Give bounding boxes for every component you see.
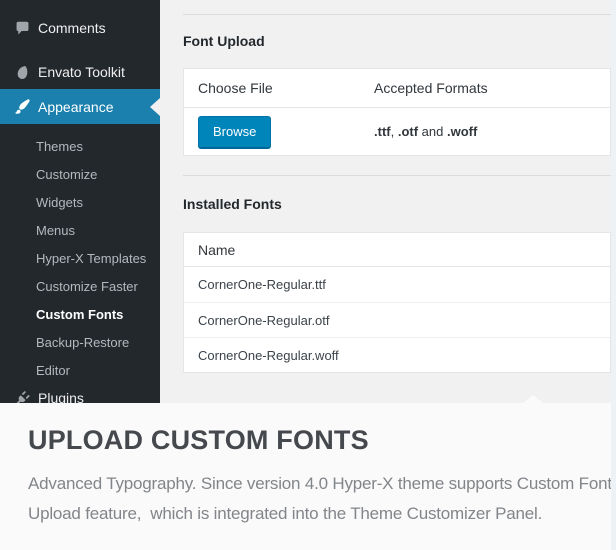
submenu-item-widgets[interactable]: Widgets [0, 189, 160, 217]
comments-icon [13, 19, 31, 37]
promo-title: UPLOAD CUSTOM FONTS [28, 425, 369, 456]
promo-panel: UPLOAD CUSTOM FONTS Advanced Typography.… [0, 403, 616, 550]
section-divider [183, 175, 611, 176]
submenu-item-backup-restore[interactable]: Backup-Restore [0, 329, 160, 357]
submenu-item-customize-faster[interactable]: Customize Faster [0, 273, 160, 301]
appearance-icon [13, 98, 31, 116]
format-otf: .otf [398, 124, 418, 139]
submenu-item-themes[interactable]: Themes [0, 133, 160, 161]
font-upload-heading: Font Upload [183, 33, 265, 49]
promo-description: Advanced Typography. Since version 4.0 H… [28, 469, 613, 529]
table-header-row: Name [184, 233, 610, 267]
submenu-item-hyper-x-templates[interactable]: Hyper-X Templates [0, 245, 160, 273]
scrollbar-track[interactable] [611, 0, 616, 550]
admin-sidebar: Comments Envato Toolkit Appearance Theme… [0, 0, 160, 403]
column-name: Name [184, 242, 374, 258]
font-file-name: CornerOne-Regular.woff [184, 348, 374, 363]
format-ttf: .ttf [374, 124, 391, 139]
table-header-row: Choose File Accepted Formats [184, 69, 610, 108]
sidebar-item-envato-toolkit[interactable]: Envato Toolkit [0, 55, 160, 89]
sidebar-item-label: Envato Toolkit [38, 64, 125, 80]
content-area: Font Upload Choose File Accepted Formats… [160, 0, 616, 403]
appearance-submenu: Themes Customize Widgets Menus Hyper-X T… [0, 124, 160, 397]
top-divider [183, 14, 611, 15]
sidebar-item-comments[interactable]: Comments [0, 11, 160, 45]
sidebar-item-appearance[interactable]: Appearance [0, 89, 160, 124]
table-row: Browse .ttf, .otf and .woff [184, 108, 610, 155]
font-upload-table: Choose File Accepted Formats Browse .ttf… [183, 68, 611, 156]
accepted-formats-value: .ttf, .otf and .woff [374, 124, 610, 139]
promo-notch-icon [523, 395, 543, 403]
submenu-item-customize[interactable]: Customize [0, 161, 160, 189]
font-file-name: CornerOne-Regular.ttf [184, 277, 374, 292]
installed-fonts-heading: Installed Fonts [183, 196, 282, 212]
browse-button[interactable]: Browse [198, 116, 271, 148]
format-separator: , [391, 124, 398, 139]
format-separator: and [418, 124, 447, 139]
envato-icon [13, 63, 31, 81]
submenu-item-menus[interactable]: Menus [0, 217, 160, 245]
table-row: CornerOne-Regular.otf [184, 302, 610, 337]
installed-fonts-table: Name CornerOne-Regular.ttf CornerOne-Reg… [183, 232, 611, 373]
sidebar-item-label: Appearance [38, 99, 114, 115]
table-row: CornerOne-Regular.ttf [184, 267, 610, 302]
sidebar-item-label: Comments [38, 20, 106, 36]
column-accepted-formats: Accepted Formats [374, 80, 610, 96]
column-choose-file: Choose File [184, 80, 374, 96]
active-menu-arrow-icon [150, 98, 160, 116]
format-woff: .woff [447, 124, 477, 139]
submenu-item-custom-fonts[interactable]: Custom Fonts [0, 301, 160, 329]
custom-fonts-admin-screen: Comments Envato Toolkit Appearance Theme… [0, 0, 616, 550]
font-file-name: CornerOne-Regular.otf [184, 313, 374, 328]
table-row: CornerOne-Regular.woff [184, 337, 610, 372]
